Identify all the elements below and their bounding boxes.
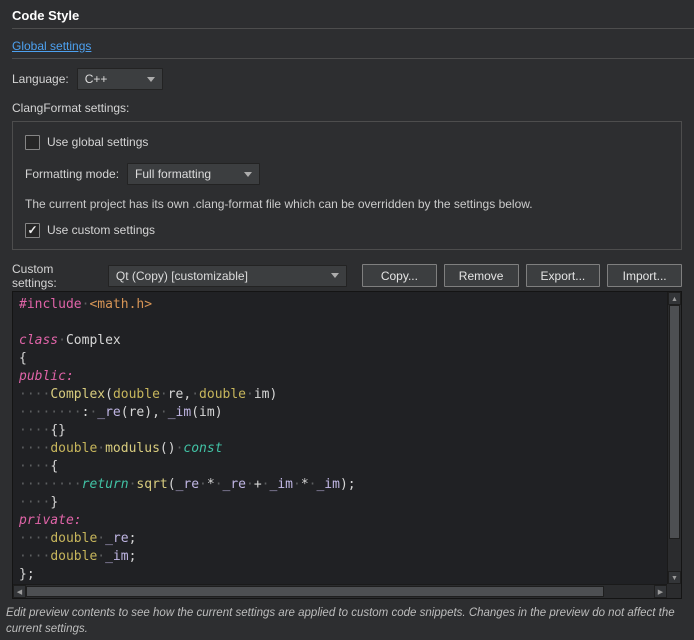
code-preview-editor: #include·<math.h> class·Complex{public:·… xyxy=(12,291,682,599)
clangformat-settings-label: ClangFormat settings: xyxy=(12,101,682,116)
scroll-right-icon[interactable]: ▶ xyxy=(654,585,667,598)
language-dropdown-value: C++ xyxy=(85,72,108,86)
title-separator xyxy=(12,28,694,29)
use-custom-settings-checkbox[interactable]: Use custom settings xyxy=(25,222,669,238)
formatting-mode-label: Formatting mode: xyxy=(25,167,119,181)
vertical-scrollbar-track[interactable] xyxy=(668,305,681,571)
import-button[interactable]: Import... xyxy=(607,264,682,287)
export-button[interactable]: Export... xyxy=(526,264,601,287)
scroll-down-icon[interactable]: ▼ xyxy=(668,571,681,584)
formatting-mode-dropdown[interactable]: Full formatting xyxy=(127,163,260,185)
chevron-down-icon xyxy=(244,172,252,177)
use-global-settings-checkbox[interactable]: Use global settings xyxy=(25,134,669,150)
scrollbar-corner xyxy=(667,584,681,598)
global-settings-link[interactable]: Global settings xyxy=(12,39,91,55)
language-row: Language: C++ xyxy=(12,68,682,90)
code-style-settings-page: Code Style Global settings Language: C++… xyxy=(0,8,694,637)
scroll-up-icon[interactable]: ▲ xyxy=(668,292,681,305)
remove-button[interactable]: Remove xyxy=(444,264,519,287)
use-custom-settings-label: Use custom settings xyxy=(47,223,155,237)
clang-format-info-text: The current project has its own .clang-f… xyxy=(25,197,669,212)
language-dropdown[interactable]: C++ xyxy=(77,68,163,90)
custom-settings-dropdown[interactable]: Qt (Copy) [customizable] xyxy=(108,265,347,287)
formatting-mode-row: Formatting mode: Full formatting xyxy=(25,163,669,185)
page-title: Code Style xyxy=(12,8,682,26)
chevron-down-icon xyxy=(331,273,339,278)
clangformat-groupbox: Use global settings Formatting mode: Ful… xyxy=(12,121,682,250)
language-label: Language: xyxy=(12,72,69,86)
custom-settings-row: Custom settings: Qt (Copy) [customizable… xyxy=(12,264,682,287)
footer-hint-text: Edit preview contents to see how the cur… xyxy=(6,605,686,637)
horizontal-scrollbar-thumb[interactable] xyxy=(26,586,604,597)
checkbox-checked-icon[interactable] xyxy=(25,223,40,238)
custom-settings-label: Custom settings: xyxy=(12,262,100,290)
code-area[interactable]: #include·<math.h> class·Complex{public:·… xyxy=(13,292,667,584)
use-global-settings-label: Use global settings xyxy=(47,135,148,149)
horizontal-scrollbar-track[interactable] xyxy=(26,585,654,598)
vertical-scrollbar-thumb[interactable] xyxy=(669,305,680,539)
vertical-scrollbar[interactable]: ▲ ▼ xyxy=(667,292,681,584)
link-separator xyxy=(12,58,694,59)
horizontal-scrollbar[interactable]: ◀ ▶ xyxy=(13,584,667,598)
custom-settings-value: Qt (Copy) [customizable] xyxy=(116,269,248,283)
chevron-down-icon xyxy=(147,77,155,82)
scroll-left-icon[interactable]: ◀ xyxy=(13,585,26,598)
copy-button[interactable]: Copy... xyxy=(362,264,437,287)
checkbox-icon[interactable] xyxy=(25,135,40,150)
formatting-mode-value: Full formatting xyxy=(135,167,211,181)
